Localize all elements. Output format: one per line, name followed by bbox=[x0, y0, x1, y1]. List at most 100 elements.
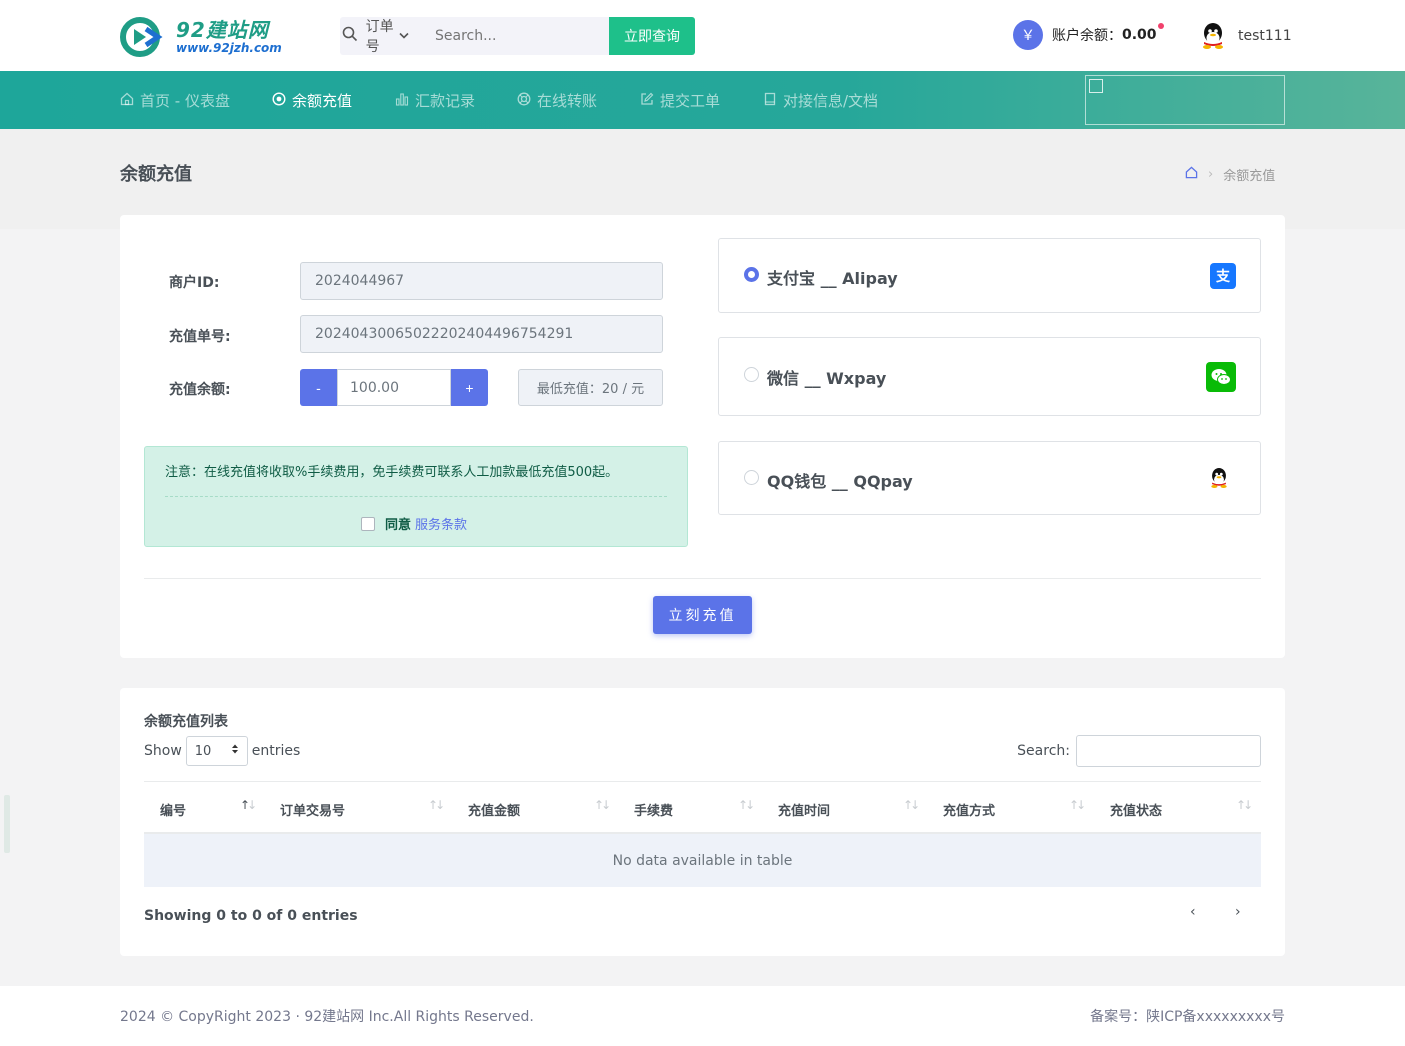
svg-text:支: 支 bbox=[1215, 268, 1231, 285]
amount-input[interactable]: 100.00 bbox=[337, 369, 451, 406]
table-info: Showing 0 to 0 of 0 entries bbox=[144, 908, 358, 924]
search-icon bbox=[340, 26, 360, 46]
column-header-time[interactable]: 充值时间 bbox=[778, 800, 830, 819]
fee-notice: 注意：在线充值将收取%手续费用，免手续费可联系人工加款最低充值500起。 同意 … bbox=[144, 446, 688, 547]
divider bbox=[165, 496, 667, 497]
account-balance[interactable]: ￥ 账户余额： 0.00 bbox=[1013, 20, 1164, 50]
recharge-list-card: 余额充值列表 Show 10 entries Search: 编号 ↑↓ 订单交… bbox=[120, 688, 1285, 956]
chevron-down-icon bbox=[399, 28, 409, 44]
terms-agreement: 同意 服务条款 bbox=[361, 514, 467, 533]
search-input[interactable] bbox=[419, 28, 609, 44]
yen-icon: ￥ bbox=[1013, 20, 1043, 50]
agree-label: 同意 bbox=[385, 518, 412, 533]
alipay-radio[interactable] bbox=[744, 267, 759, 282]
user-menu[interactable]: test111 bbox=[1200, 22, 1292, 50]
target-icon bbox=[272, 91, 286, 110]
payment-option-wechat[interactable]: 微信 __ Wxpay bbox=[718, 337, 1261, 416]
order-number-field: 20240430065022202404496754291 bbox=[300, 315, 663, 353]
search-label: Search: bbox=[1017, 743, 1070, 759]
payment-option-qq[interactable]: QQ钱包 __ QQpay bbox=[718, 441, 1261, 515]
column-header-method[interactable]: 充值方式 bbox=[943, 800, 995, 819]
logo-url: www.92jzh.com bbox=[176, 41, 282, 55]
nav-item-ticket[interactable]: 提交工单 bbox=[640, 90, 720, 111]
nav-item-docs[interactable]: 对接信息/文档 bbox=[763, 90, 878, 111]
order-search: 订单号 立即查询 bbox=[340, 17, 695, 55]
nav-label: 对接信息/文档 bbox=[783, 92, 879, 110]
sort-icon[interactable]: ↑↓ bbox=[738, 798, 755, 812]
payment-label: QQ钱包 __ QQpay bbox=[767, 472, 913, 491]
sort-icon[interactable]: ↑↓ bbox=[428, 798, 445, 812]
nav-item-transfer[interactable]: 在线转账 bbox=[517, 90, 597, 111]
sort-icon[interactable]: ↑↓ bbox=[903, 798, 920, 812]
alipay-icon: 支 bbox=[1210, 263, 1236, 289]
divider bbox=[144, 578, 1261, 579]
agree-checkbox[interactable] bbox=[361, 516, 375, 531]
recharge-submit-button[interactable]: 立刻充值 bbox=[653, 596, 752, 634]
edit-icon bbox=[640, 92, 654, 110]
nav-item-dashboard[interactable]: 首页 - 仪表盘 bbox=[120, 90, 230, 111]
book-icon bbox=[763, 92, 777, 110]
previous-page-button[interactable]: ‹ bbox=[1190, 904, 1196, 920]
table-header: 编号 ↑↓ 订单交易号 ↑↓ 充值金额 ↑↓ 手续费 ↑↓ 充值时间 ↑↓ 充值… bbox=[144, 781, 1261, 834]
payment-label: 微信 __ Wxpay bbox=[767, 369, 887, 388]
search-type-select[interactable]: 订单号 bbox=[360, 16, 419, 56]
nav-item-recharge[interactable]: 余额充值 bbox=[272, 90, 352, 111]
column-header-fee[interactable]: 手续费 bbox=[634, 800, 673, 819]
show-label: Show bbox=[144, 743, 182, 759]
column-header-status[interactable]: 充值状态 bbox=[1110, 800, 1162, 819]
wechat-icon bbox=[1206, 362, 1236, 392]
qq-icon bbox=[1208, 465, 1230, 491]
minimum-recharge-note: 最低充值：20 / 元 bbox=[518, 369, 663, 406]
search-type-label: 订单号 bbox=[365, 19, 394, 55]
sort-updown-icon bbox=[231, 743, 239, 759]
page-size-select[interactable]: 10 bbox=[185, 736, 248, 766]
copyright-text: 2024 © CopyRight 2023 · 92建站网 Inc.All Ri… bbox=[120, 1009, 534, 1025]
table-title: 余额充值列表 bbox=[144, 714, 228, 730]
checkbox-icon bbox=[1089, 79, 1103, 93]
home-icon[interactable] bbox=[1185, 166, 1198, 183]
top-header: 92建站网 www.92jzh.com 订单号 立即查询 ￥ 账户余额： 0.0… bbox=[0, 0, 1405, 71]
sort-icon[interactable]: ↑↓ bbox=[1069, 798, 1086, 812]
decrease-amount-button[interactable]: - bbox=[300, 369, 337, 406]
table-empty-row: No data available in table bbox=[144, 834, 1261, 887]
nav-label: 汇款记录 bbox=[415, 92, 476, 110]
payment-label: 支付宝 __ Alipay bbox=[767, 269, 898, 288]
nav-widget-box[interactable] bbox=[1085, 75, 1285, 125]
recharge-card: 商户ID: 2024044967 充值单号: 20240430065022202… bbox=[120, 215, 1285, 658]
site-logo[interactable]: 92建站网 www.92jzh.com bbox=[120, 17, 320, 57]
next-page-button[interactable]: › bbox=[1235, 904, 1241, 920]
nav-item-remittance[interactable]: 汇款记录 bbox=[395, 90, 475, 111]
payment-option-alipay[interactable]: 支付宝 __ Alipay 支 bbox=[718, 238, 1261, 313]
search-button[interactable]: 立即查询 bbox=[609, 17, 695, 55]
logo-mark-icon bbox=[120, 17, 172, 57]
table-search-input[interactable] bbox=[1076, 735, 1261, 767]
balance-value: 0.00 bbox=[1122, 27, 1157, 43]
balance-label: 账户余额： bbox=[1052, 28, 1122, 44]
side-handle[interactable] bbox=[4, 795, 10, 853]
entries-label: entries bbox=[251, 743, 301, 759]
increase-amount-button[interactable]: + bbox=[451, 369, 488, 406]
column-header-id[interactable]: 编号 bbox=[160, 800, 186, 819]
icp-record: 备案号：陕ICP备xxxxxxxxx号 bbox=[1090, 1009, 1285, 1025]
column-header-amount[interactable]: 充值金额 bbox=[468, 800, 520, 819]
wechat-radio[interactable] bbox=[744, 367, 759, 382]
table-search: Search: bbox=[1017, 735, 1261, 767]
bar-chart-icon bbox=[395, 92, 409, 110]
notification-dot bbox=[1158, 23, 1164, 29]
notice-text: 注意：在线充值将收取%手续费用，免手续费可联系人工加款最低充值500起。 bbox=[165, 465, 619, 480]
page-title: 余额充值 bbox=[120, 164, 192, 185]
username: test111 bbox=[1238, 28, 1292, 44]
order-number-label: 充值单号: bbox=[169, 329, 231, 345]
sort-icon[interactable]: ↑↓ bbox=[1236, 798, 1253, 812]
logo-title: 92建站网 bbox=[176, 18, 269, 42]
avatar bbox=[1200, 22, 1226, 50]
sort-icon[interactable]: ↑↓ bbox=[240, 798, 257, 812]
terms-link[interactable]: 服务条款 bbox=[415, 514, 467, 533]
merchant-id-label: 商户ID: bbox=[169, 275, 220, 291]
page-size-control: Show 10 entries bbox=[144, 736, 300, 766]
column-header-order[interactable]: 订单交易号 bbox=[280, 800, 345, 819]
breadcrumb: › 余额充值 bbox=[1185, 165, 1275, 184]
sort-icon[interactable]: ↑↓ bbox=[594, 798, 611, 812]
lifebuoy-icon bbox=[517, 92, 531, 110]
qq-radio[interactable] bbox=[744, 470, 759, 485]
